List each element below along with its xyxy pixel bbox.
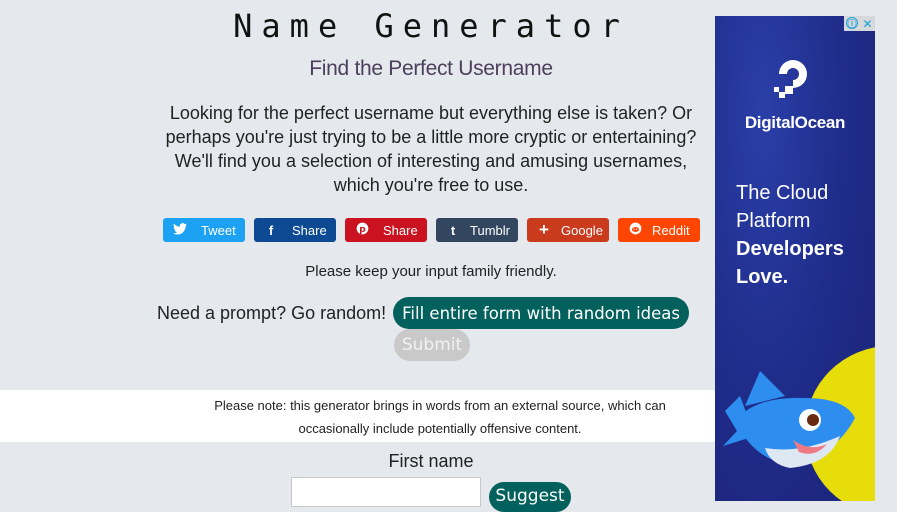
advertisement[interactable]: ⓘ ✕ DigitalOcean The Cloud Platform Deve… (715, 16, 875, 501)
share-button-label: Share (383, 222, 418, 238)
share-buttons: Tweet f Share p Share t Tumblr + Google … (163, 218, 700, 242)
share-button-facebook[interactable]: f Share (254, 218, 336, 242)
share-button-twitter[interactable]: Tweet (163, 218, 245, 242)
share-button-label: Share (292, 222, 327, 238)
reddit-icon (626, 222, 644, 238)
submit-button[interactable]: Submit (394, 329, 470, 361)
shark-illustration (715, 336, 875, 501)
ad-info-icon[interactable]: ⓘ (846, 17, 858, 29)
ad-tagline-line: Platform (736, 210, 811, 232)
ad-brand-name: DigitalOcean (744, 113, 846, 132)
prompt-text: Need a prompt? Go random! (157, 302, 387, 323)
share-button-label: Tweet (201, 222, 236, 238)
note-text: Please note: this generator brings in wo… (214, 398, 666, 436)
pinterest-icon: p (353, 222, 371, 238)
digitalocean-logo-icon (771, 52, 821, 107)
first-name-input[interactable] (291, 477, 481, 507)
share-button-reddit[interactable]: Reddit (618, 218, 700, 242)
ad-tagline-line: Developers (736, 238, 844, 260)
ad-controls: ⓘ ✕ (844, 16, 875, 31)
facebook-icon: f (268, 222, 274, 238)
suggest-button[interactable]: Suggest (489, 482, 571, 512)
intro-text: Looking for the perfect username but eve… (165, 103, 697, 195)
share-button-pinterest[interactable]: p Share (345, 218, 427, 242)
ad-close-icon[interactable]: ✕ (860, 16, 875, 31)
svg-text:p: p (359, 225, 366, 235)
fill-random-button[interactable]: Fill entire form with random ideas (393, 297, 690, 329)
main-content: Name Generator Find the Perfect Username… (0, 0, 715, 512)
google-plus-icon: + (539, 220, 549, 239)
ad-tagline-line: Love. (736, 266, 789, 288)
tumblr-icon: t (450, 222, 456, 238)
page-subtitle: Find the Perfect Username (309, 57, 553, 80)
share-button-tumblr[interactable]: t Tumblr (436, 218, 518, 242)
first-name-label: First name (388, 451, 474, 471)
share-button-google[interactable]: + Google (527, 218, 609, 242)
share-button-label: Google (561, 222, 603, 238)
ad-tagline-line: The Cloud (736, 182, 829, 204)
offensive-content-note: Please note: this generator brings in wo… (0, 390, 715, 442)
share-button-label: Tumblr (470, 222, 510, 238)
family-friendly-notice: Please keep your input family friendly. (305, 263, 557, 280)
twitter-icon (171, 222, 189, 238)
random-prompt-row: Need a prompt? Go random! Fill entire fo… (157, 297, 690, 329)
ad-tagline: The Cloud Platform Developers Love. (736, 179, 844, 291)
share-button-label: Reddit (652, 222, 690, 238)
